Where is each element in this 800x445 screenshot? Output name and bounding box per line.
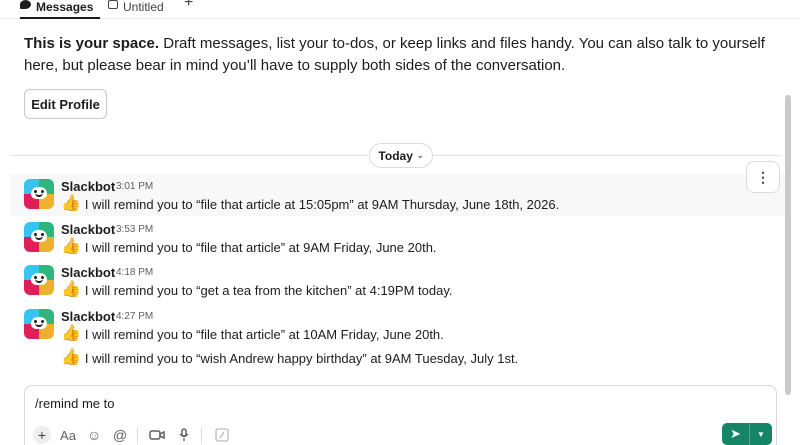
message-text: 👍 I will remind you to “file that articl… — [61, 326, 444, 342]
plus-icon: + — [184, 0, 194, 11]
send-icon[interactable]: ➤ — [722, 423, 750, 445]
date-label: Today — [378, 148, 413, 163]
chevron-down-icon: ⌄ — [416, 151, 424, 160]
message-line: I will remind you to “file that article”… — [84, 239, 437, 255]
slackbot-avatar[interactable] — [24, 309, 54, 339]
mention-icon[interactable]: @ — [111, 426, 129, 444]
thumbs-up-icon: 👍 — [61, 195, 81, 212]
tab-messages[interactable]: Messages — [20, 0, 100, 19]
message-timestamp[interactable]: 3:01 PM — [116, 181, 153, 192]
intro-heading: This is your space. — [24, 35, 160, 52]
message-line: I will remind you to “wish Andrew happy … — [84, 350, 519, 366]
tab-bar: Messages Untitled + — [0, 0, 800, 19]
message-text: 👍 I will remind you to “file that articl… — [61, 196, 559, 212]
plus-icon[interactable]: + — [33, 426, 51, 444]
message-timestamp[interactable]: 3:53 PM — [116, 224, 153, 235]
toolbar-divider — [201, 427, 202, 443]
message-text: 👍 I will remind you to “get a tea from t… — [61, 282, 452, 298]
tab-untitled[interactable]: Untitled — [108, 0, 164, 19]
slackbot-avatar[interactable] — [24, 265, 54, 295]
message-text: 👍 I will remind you to “file that articl… — [61, 239, 437, 255]
message-line: I will remind you to “get a tea from the… — [84, 282, 453, 298]
message-line: I will remind you to “file that article … — [84, 196, 560, 212]
text-format-icon[interactable]: Aa — [59, 426, 77, 444]
shortcuts-icon[interactable] — [213, 426, 231, 444]
tab-label: Untitled — [123, 0, 164, 14]
channel-intro: This is your space. Draft messages, list… — [24, 33, 769, 77]
message-item: Slackbot 3:53 PM 👍 I will remind you to … — [10, 217, 785, 259]
message-text: 👍 I will remind you to “wish Andrew happ… — [61, 350, 518, 366]
message-timestamp[interactable]: 4:18 PM — [116, 267, 153, 278]
thumbs-up-icon: 👍 — [61, 238, 81, 255]
scrollbar[interactable] — [785, 95, 791, 395]
today-date-pill[interactable]: Today ⌄ — [369, 143, 433, 168]
message-item: Slackbot 4:18 PM 👍 I will remind you to … — [10, 260, 785, 302]
video-icon[interactable] — [147, 426, 167, 444]
sender-name[interactable]: Slackbot — [61, 309, 115, 324]
slackbot-avatar[interactable] — [24, 179, 54, 209]
thumbs-up-icon: 👍 — [61, 325, 81, 342]
tab-label: Messages — [36, 0, 94, 14]
sender-name[interactable]: Slackbot — [61, 179, 115, 194]
thumbs-up-icon: 👍 — [61, 349, 81, 366]
canvas-icon — [108, 0, 118, 9]
microphone-icon[interactable] — [175, 426, 193, 444]
edit-profile-button[interactable]: Edit Profile — [24, 89, 107, 119]
message-timestamp[interactable]: 4:27 PM — [116, 311, 153, 322]
message-line: I will remind you to “file that article”… — [84, 326, 444, 342]
send-button[interactable]: ➤ ▼ — [722, 423, 772, 445]
message-composer[interactable]: /remind me to + Aa ☺ @ ➤ ▼ — [24, 385, 777, 445]
sender-name[interactable]: Slackbot — [61, 222, 115, 237]
toolbar-divider — [137, 427, 138, 443]
message-bubble-icon — [20, 0, 31, 9]
add-tab-button[interactable]: + — [184, 0, 193, 16]
emoji-icon[interactable]: ☺ — [85, 426, 103, 444]
slackbot-avatar[interactable] — [24, 222, 54, 252]
vertical-ellipsis-icon: ⋮ — [756, 168, 770, 185]
message-input[interactable]: /remind me to — [35, 396, 114, 411]
sender-name[interactable]: Slackbot — [61, 265, 115, 280]
thumbs-up-icon: 👍 — [61, 281, 81, 298]
message-item: Slackbot 3:01 PM 👍 I will remind you to … — [10, 174, 785, 216]
app-window: Messages Untitled + This is your space. … — [0, 0, 800, 445]
message-item: Slackbot 4:27 PM 👍 I will remind you to … — [10, 304, 785, 374]
schedule-chevron-icon[interactable]: ▼ — [750, 423, 772, 445]
more-actions-button[interactable]: ⋮ — [746, 161, 780, 193]
